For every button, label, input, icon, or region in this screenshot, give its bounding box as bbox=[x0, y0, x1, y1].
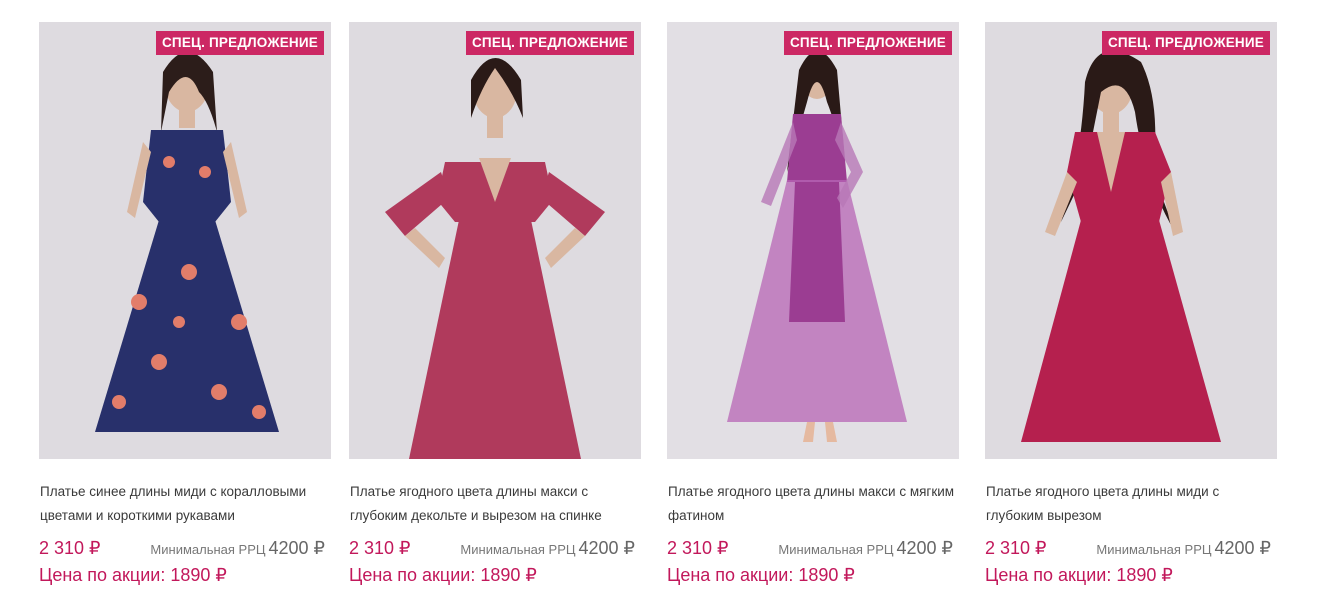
rrc-label: Минимальная РРЦ bbox=[1096, 542, 1212, 557]
rrc-price: Минимальная РРЦ 4200 ₽ bbox=[1096, 538, 1271, 559]
rrc-value: 4200 ₽ bbox=[1214, 538, 1272, 558]
product-photo[interactable]: СПЕЦ. ПРЕДЛОЖЕНИЕ bbox=[349, 22, 641, 459]
product-title[interactable]: Платье ягодного цвета длины макси с мягк… bbox=[667, 480, 959, 530]
rrc-label: Минимальная РРЦ bbox=[460, 542, 576, 557]
rrc-label: Минимальная РРЦ bbox=[150, 542, 266, 557]
product-grid: СПЕЦ. ПРЕДЛОЖЕНИЕ Платье синее длины мид… bbox=[39, 22, 1277, 586]
product-card[interactable]: СПЕЦ. ПРЕДЛОЖЕНИЕ Платье ягодного цвета … bbox=[667, 22, 959, 586]
product-title[interactable]: Платье ягодного цвета длины миди с глубо… bbox=[985, 480, 1277, 530]
product-card[interactable]: СПЕЦ. ПРЕДЛОЖЕНИЕ Платье синее длины мид… bbox=[39, 22, 331, 586]
promo-price: Цена по акции: 1890 ₽ bbox=[667, 565, 855, 585]
dress-berry-maxi-photo bbox=[349, 22, 641, 459]
product-photo[interactable]: СПЕЦ. ПРЕДЛОЖЕНИЕ bbox=[985, 22, 1277, 459]
rrc-price: Минимальная РРЦ 4200 ₽ bbox=[150, 538, 325, 559]
product-price: 2 310 ₽ bbox=[985, 538, 1047, 558]
price-row: 2 310 ₽ Минимальная РРЦ 4200 ₽ bbox=[349, 538, 641, 559]
product-photo[interactable]: СПЕЦ. ПРЕДЛОЖЕНИЕ bbox=[39, 22, 331, 459]
product-title[interactable]: Платье синее длины миди с коралловыми цв… bbox=[39, 480, 331, 530]
promo-price: Цена по акции: 1890 ₽ bbox=[349, 565, 537, 585]
product-card[interactable]: СПЕЦ. ПРЕДЛОЖЕНИЕ Платье ягодного цвета … bbox=[349, 22, 641, 586]
price-row: 2 310 ₽ Минимальная РРЦ 4200 ₽ bbox=[39, 538, 331, 559]
price-row: 2 310 ₽ Минимальная РРЦ 4200 ₽ bbox=[985, 538, 1277, 559]
dress-berry-midi-photo bbox=[985, 22, 1277, 459]
rrc-price: Минимальная РРЦ 4200 ₽ bbox=[778, 538, 953, 559]
product-price: 2 310 ₽ bbox=[349, 538, 411, 558]
special-offer-badge: СПЕЦ. ПРЕДЛОЖЕНИЕ bbox=[1101, 31, 1270, 55]
rrc-value: 4200 ₽ bbox=[578, 538, 636, 558]
product-price: 2 310 ₽ bbox=[39, 538, 101, 558]
dress-blue-floral-photo bbox=[39, 22, 331, 459]
product-price: 2 310 ₽ bbox=[667, 538, 729, 558]
rrc-value: 4200 ₽ bbox=[896, 538, 954, 558]
special-offer-badge: СПЕЦ. ПРЕДЛОЖЕНИЕ bbox=[155, 31, 324, 55]
rrc-label: Минимальная РРЦ bbox=[778, 542, 894, 557]
special-offer-badge: СПЕЦ. ПРЕДЛОЖЕНИЕ bbox=[465, 31, 634, 55]
rrc-price: Минимальная РРЦ 4200 ₽ bbox=[460, 538, 635, 559]
dress-berry-tulle-photo bbox=[667, 22, 959, 459]
product-title[interactable]: Платье ягодного цвета длины макси с глуб… bbox=[349, 480, 641, 530]
promo-price: Цена по акции: 1890 ₽ bbox=[39, 565, 227, 585]
product-photo[interactable]: СПЕЦ. ПРЕДЛОЖЕНИЕ bbox=[667, 22, 959, 459]
product-card[interactable]: СПЕЦ. ПРЕДЛОЖЕНИЕ Платье ягодного цвета … bbox=[985, 22, 1277, 586]
rrc-value: 4200 ₽ bbox=[268, 538, 326, 558]
promo-price: Цена по акции: 1890 ₽ bbox=[985, 565, 1173, 585]
price-row: 2 310 ₽ Минимальная РРЦ 4200 ₽ bbox=[667, 538, 959, 559]
special-offer-badge: СПЕЦ. ПРЕДЛОЖЕНИЕ bbox=[783, 31, 952, 55]
